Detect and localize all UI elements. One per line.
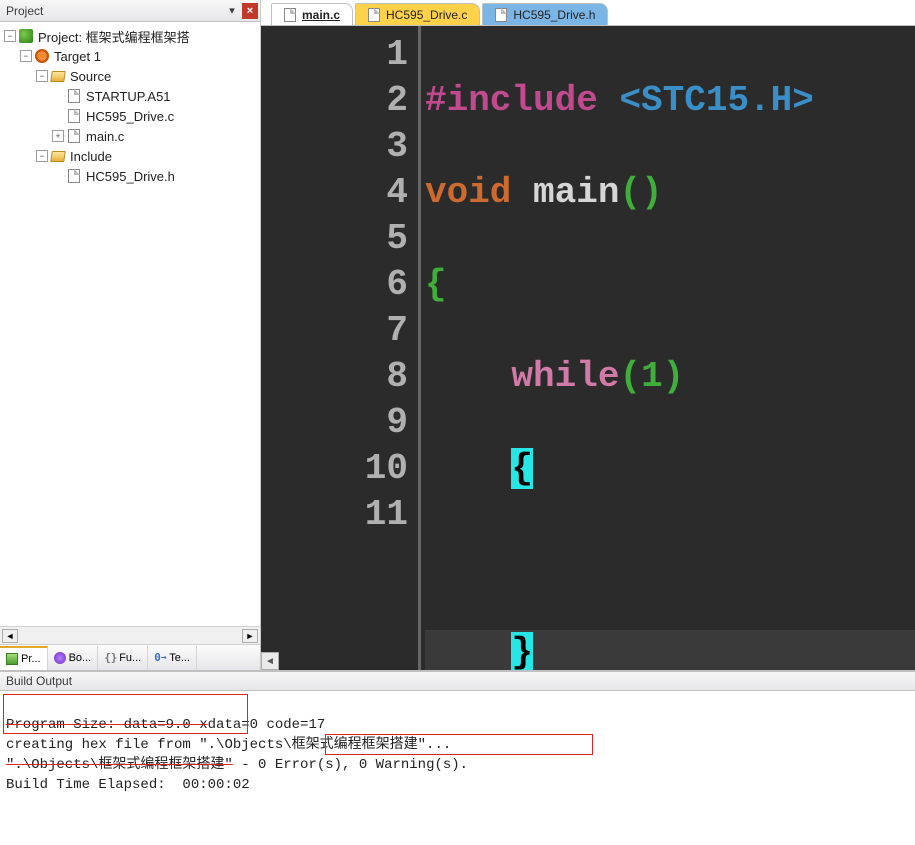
tree-file-label: HC595_Drive.h bbox=[86, 169, 175, 184]
pin-icon[interactable]: ▾ bbox=[224, 3, 240, 19]
tree-file-label: HC595_Drive.c bbox=[86, 109, 174, 124]
collapse-icon[interactable]: − bbox=[36, 150, 48, 162]
build-line: creating hex file from " bbox=[6, 737, 208, 753]
tree-target-label: Target 1 bbox=[54, 49, 101, 64]
books-tab-icon bbox=[54, 652, 66, 664]
build-output-header: Build Output bbox=[0, 671, 915, 691]
collapse-icon[interactable]: − bbox=[20, 50, 32, 62]
matched-brace-close: } bbox=[511, 632, 533, 670]
file-icon bbox=[368, 8, 380, 22]
collapse-icon[interactable]: − bbox=[4, 30, 16, 42]
tree-file-label: STARTUP.A51 bbox=[86, 89, 171, 104]
project-tab-icon bbox=[6, 653, 18, 665]
file-tab-label: HC595_Drive.c bbox=[386, 8, 467, 22]
tree-target[interactable]: − Target 1 bbox=[2, 46, 260, 66]
expand-icon[interactable]: + bbox=[52, 130, 64, 142]
folder-open-icon bbox=[50, 71, 66, 82]
tree-file[interactable]: HC595_Drive.c bbox=[2, 106, 260, 126]
panel-tab-functions[interactable]: {} Fu... bbox=[98, 646, 148, 670]
target-icon bbox=[35, 49, 49, 63]
build-line: Program Size: data=9.0 x bbox=[6, 717, 208, 733]
project-hscroll[interactable]: ◄ ► bbox=[0, 626, 260, 644]
tree-root[interactable]: − Project: 框架式编程框架搭 bbox=[2, 26, 260, 46]
scroll-left-icon[interactable]: ◄ bbox=[2, 629, 18, 643]
tree-group-label: Include bbox=[70, 149, 112, 164]
tree-group-label: Source bbox=[70, 69, 111, 84]
line-number-gutter: 1 2 3 4 5 6 7 8 9 10 11 bbox=[261, 26, 421, 670]
build-output-title: Build Output bbox=[6, 674, 72, 688]
tab-main-c[interactable]: main.c bbox=[271, 3, 353, 25]
tab-hc595-drive-c[interactable]: HC595_Drive.c bbox=[355, 3, 480, 25]
file-icon bbox=[68, 89, 80, 103]
panel-tab-label: Te... bbox=[169, 652, 190, 664]
tree-group-source[interactable]: − Source bbox=[2, 66, 260, 86]
file-tab-label: main.c bbox=[302, 8, 340, 22]
build-line: ".\Objects\框架式编程框架搭建" bbox=[6, 757, 233, 773]
panel-tab-templates[interactable]: 0→ Te... bbox=[148, 646, 197, 670]
close-icon[interactable]: × bbox=[242, 3, 258, 19]
tree-file-label: main.c bbox=[86, 129, 124, 144]
scroll-right-icon[interactable]: ► bbox=[242, 629, 258, 643]
file-icon bbox=[68, 109, 80, 123]
project-panel-header: Project ▾ × bbox=[0, 0, 260, 22]
collapse-icon[interactable]: − bbox=[36, 70, 48, 82]
build-line: Build Time Elapsed: 00:00:02 bbox=[6, 777, 250, 793]
code-content[interactable]: #include <STC15.H> void main() { while(1… bbox=[421, 26, 915, 670]
file-tab-label: HC595_Drive.h bbox=[513, 8, 595, 22]
panel-tab-books[interactable]: Bo... bbox=[48, 646, 99, 670]
project-panel: Project ▾ × − Project: 框架式编程框架搭 − Target… bbox=[0, 0, 261, 670]
project-tree[interactable]: − Project: 框架式编程框架搭 − Target 1 − Source … bbox=[0, 22, 260, 626]
folder-open-icon bbox=[50, 151, 66, 162]
tab-hc595-drive-h[interactable]: HC595_Drive.h bbox=[482, 3, 608, 25]
file-icon bbox=[68, 169, 80, 183]
tree-file[interactable]: HC595_Drive.h bbox=[2, 166, 260, 186]
project-icon bbox=[19, 29, 33, 43]
file-icon bbox=[495, 8, 507, 22]
panel-tab-label: Fu... bbox=[119, 652, 141, 664]
code-editor[interactable]: 1 2 3 4 5 6 7 8 9 10 11 #include <STC15.… bbox=[261, 26, 915, 670]
tree-group-include[interactable]: − Include bbox=[2, 146, 260, 166]
panel-tab-label: Pr... bbox=[21, 653, 41, 665]
project-panel-title: Project bbox=[6, 4, 43, 18]
build-output[interactable]: Program Size: data=9.0 xdata=0 code=17 c… bbox=[0, 691, 915, 845]
functions-tab-icon: {} bbox=[104, 652, 116, 664]
file-tabs: main.c HC595_Drive.c HC595_Drive.h bbox=[261, 0, 915, 26]
file-icon bbox=[68, 129, 80, 143]
tree-root-label: Project: 框架式编程框架搭 bbox=[38, 27, 190, 46]
editor-area: main.c HC595_Drive.c HC595_Drive.h 1 2 3… bbox=[261, 0, 915, 670]
editor-scroll-left-icon[interactable]: ◄ bbox=[261, 652, 279, 670]
panel-tabs: Pr... Bo... {} Fu... 0→ Te... bbox=[0, 644, 260, 670]
panel-tab-label: Bo... bbox=[69, 652, 92, 664]
tree-file[interactable]: + main.c bbox=[2, 126, 260, 146]
matched-brace-open: { bbox=[511, 448, 533, 489]
templates-tab-icon: 0→ bbox=[154, 652, 166, 664]
panel-tab-project[interactable]: Pr... bbox=[0, 646, 48, 670]
tree-file[interactable]: STARTUP.A51 bbox=[2, 86, 260, 106]
file-icon bbox=[284, 8, 296, 22]
